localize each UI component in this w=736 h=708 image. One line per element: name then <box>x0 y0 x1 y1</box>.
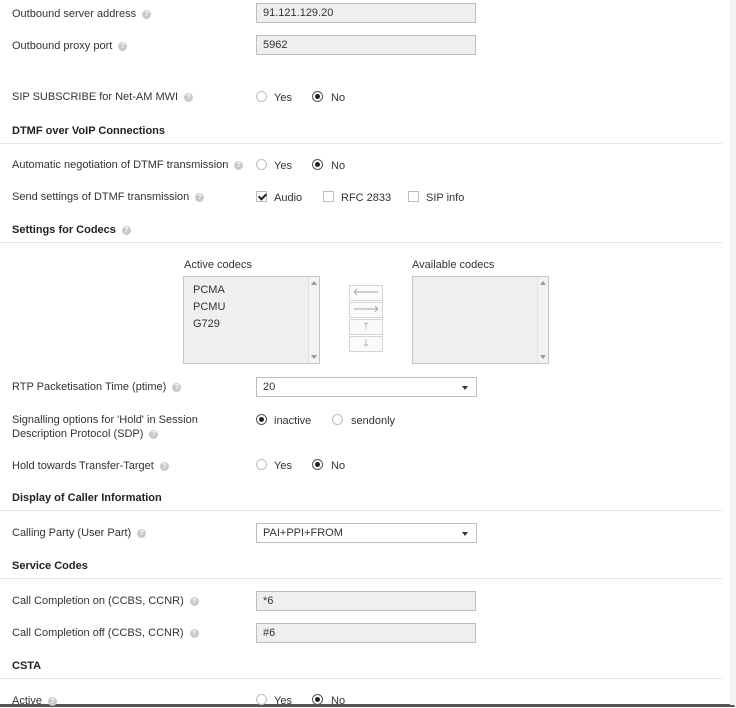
hold-inactive-radio[interactable] <box>256 414 267 425</box>
dtmf-audio-checkbox[interactable] <box>256 191 267 202</box>
help-icon[interactable]: ? <box>172 382 182 392</box>
dtmf-auto-no-radio[interactable] <box>312 159 323 170</box>
outbound-proxy-label: Outbound proxy port? <box>12 40 128 52</box>
hold-transfer-yes-radio[interactable] <box>256 459 267 470</box>
ccbs-on-label: Call Completion on (CCBS, CCNR)? <box>12 595 199 607</box>
help-icon[interactable]: ? <box>137 528 147 538</box>
ccbs-on-input[interactable]: *6 <box>256 591 476 611</box>
codecs-heading: Settings for Codecs? <box>12 224 131 236</box>
outbound-server-label: Outbound server address? <box>12 8 152 20</box>
divider <box>0 143 722 144</box>
scroll-down-icon[interactable] <box>540 355 546 359</box>
hold-transfer-yes-label: Yes <box>274 460 292 472</box>
scroll-up-icon[interactable] <box>311 281 317 285</box>
divider <box>0 510 722 511</box>
dtmf-sipinfo-checkbox[interactable] <box>408 191 419 202</box>
ccbs-off-input[interactable]: #6 <box>256 623 476 643</box>
csta-no-radio[interactable] <box>312 694 323 705</box>
page-scrollbar[interactable] <box>730 0 736 705</box>
ccbs-off-label: Call Completion off (CCBS, CCNR)? <box>12 627 199 639</box>
codec-item[interactable]: G729 <box>193 318 220 330</box>
dtmf-send-label: Send settings of DTMF transmission? <box>12 191 205 203</box>
scroll-up-icon[interactable] <box>540 281 546 285</box>
csta-active-label: Active? <box>12 695 57 707</box>
divider <box>0 678 722 679</box>
active-codecs-list[interactable]: PCMA PCMU G729 <box>183 276 320 364</box>
dtmf-auto-no-label: No <box>331 160 346 172</box>
hold-sendonly-label: sendonly <box>351 415 396 427</box>
available-codecs-list[interactable] <box>412 276 549 364</box>
help-icon[interactable]: ? <box>149 429 159 439</box>
help-icon[interactable]: ? <box>189 596 199 606</box>
hold-inactive-label: inactive <box>274 415 312 427</box>
csta-yes-radio[interactable] <box>256 694 267 705</box>
codec-move-buttons: 🡐 🡒 🡑 🡓 <box>349 285 383 353</box>
help-icon[interactable]: ? <box>234 160 244 170</box>
dtmf-heading: DTMF over VoIP Connections <box>12 125 165 137</box>
codec-item[interactable]: PCMU <box>193 301 225 313</box>
sip-subscribe-no-label: No <box>331 92 346 104</box>
list-scrollbar[interactable] <box>308 277 319 363</box>
dtmf-auto-yes-label: Yes <box>274 160 292 172</box>
outbound-server-input[interactable]: 91.121.129.20 <box>256 3 476 23</box>
dtmf-rfc2833-label: RFC 2833 <box>341 192 392 204</box>
move-right-button[interactable]: 🡒 <box>349 302 383 318</box>
hold-sdp-label: Signalling options for 'Hold' in Session… <box>12 414 198 440</box>
hold-transfer-no-radio[interactable] <box>312 459 323 470</box>
available-codecs-title: Available codecs <box>412 259 495 271</box>
move-up-button[interactable]: 🡑 <box>349 319 383 335</box>
sip-subscribe-yes-radio[interactable] <box>256 91 267 102</box>
divider <box>0 578 722 579</box>
dtmf-rfc2833-checkbox[interactable] <box>323 191 334 202</box>
sip-subscribe-yes-label: Yes <box>274 92 292 104</box>
list-scrollbar[interactable] <box>537 277 548 363</box>
rtp-select[interactable]: 20 <box>256 377 477 397</box>
csta-no-label: No <box>331 695 346 707</box>
help-icon[interactable]: ? <box>121 225 131 235</box>
codec-item[interactable]: PCMA <box>193 284 225 296</box>
help-icon[interactable]: ? <box>184 92 194 102</box>
help-icon[interactable]: ? <box>195 192 205 202</box>
sip-subscribe-no-radio[interactable] <box>312 91 323 102</box>
chevron-down-icon <box>462 386 468 390</box>
dtmf-auto-yes-radio[interactable] <box>256 159 267 170</box>
help-icon[interactable]: ? <box>47 696 57 706</box>
dtmf-audio-label: Audio <box>274 192 303 204</box>
hold-transfer-no-label: No <box>331 460 346 472</box>
outbound-proxy-input[interactable]: 5962 <box>256 35 476 55</box>
active-codecs-title: Active codecs <box>184 259 252 271</box>
scroll-down-icon[interactable] <box>311 355 317 359</box>
hold-sendonly-radio[interactable] <box>332 414 343 425</box>
calling-party-label: Calling Party (User Part)? <box>12 527 147 539</box>
calling-party-select[interactable]: PAI+PPI+FROM <box>256 523 477 543</box>
rtp-label: RTP Packetisation Time (ptime)? <box>12 381 182 393</box>
help-icon[interactable]: ? <box>189 628 199 638</box>
dtmf-auto-label: Automatic negotiation of DTMF transmissi… <box>12 159 244 171</box>
csta-yes-label: Yes <box>274 695 292 707</box>
caller-info-heading: Display of Caller Information <box>12 492 162 504</box>
help-icon[interactable]: ? <box>142 9 152 19</box>
move-down-button[interactable]: 🡓 <box>349 336 383 352</box>
chevron-down-icon <box>462 532 468 536</box>
help-icon[interactable]: ? <box>159 461 169 471</box>
help-icon[interactable]: ? <box>118 41 128 51</box>
service-codes-heading: Service Codes <box>12 560 88 572</box>
move-left-button[interactable]: 🡐 <box>349 285 383 301</box>
divider <box>0 242 722 243</box>
sip-subscribe-label: SIP SUBSCRIBE for Net-AM MWI? <box>12 91 194 103</box>
csta-heading: CSTA <box>12 660 42 672</box>
dtmf-sipinfo-label: SIP info <box>426 192 465 204</box>
hold-transfer-label: Hold towards Transfer-Target? <box>12 460 169 472</box>
